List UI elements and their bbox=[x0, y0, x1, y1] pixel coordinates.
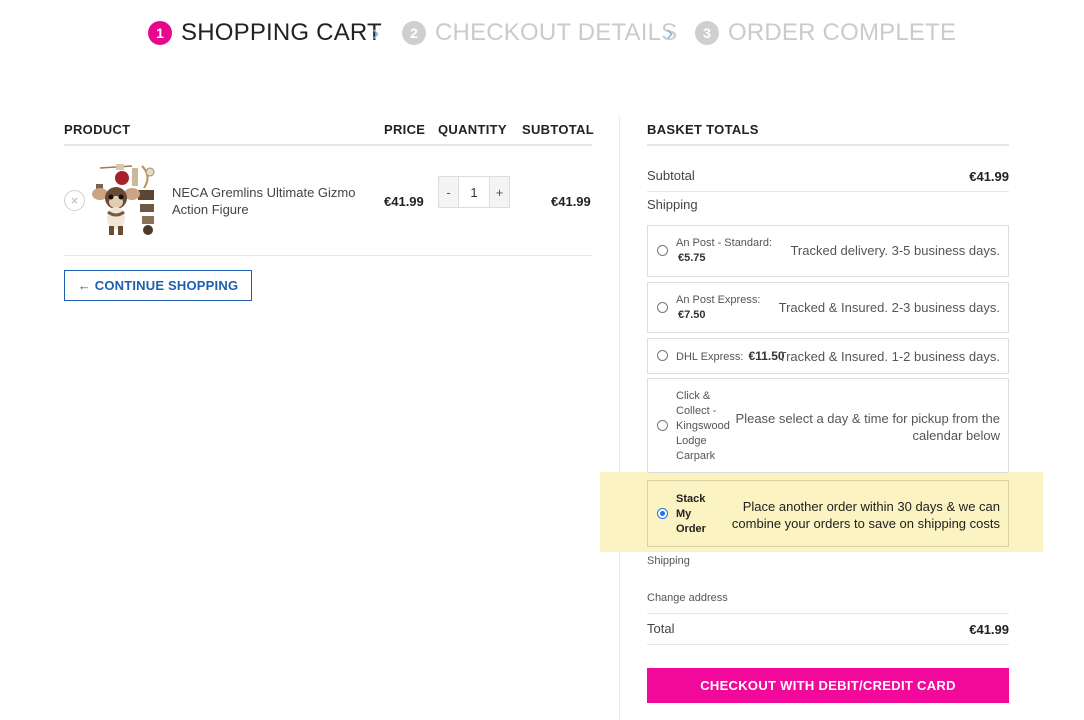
shipping-option-stack-my-order[interactable]: Stack My Order Place another order withi… bbox=[647, 480, 1009, 547]
header-divider bbox=[647, 144, 1009, 146]
quantity-decrease-button[interactable]: - bbox=[439, 177, 458, 207]
radio-button[interactable] bbox=[657, 302, 668, 313]
quantity-stepper: - 1 + bbox=[438, 176, 510, 208]
product-name-link[interactable]: NECA Gremlins Ultimate Gizmo Action Figu… bbox=[172, 184, 372, 218]
change-address-link[interactable]: Change address bbox=[647, 592, 728, 604]
step-number: 1 bbox=[148, 21, 172, 45]
column-header-product: PRODUCT bbox=[64, 122, 131, 137]
shipping-option-dhl-express[interactable]: DHL Express: €11.50 Tracked & Insured. 1… bbox=[647, 338, 1009, 374]
basket-totals-title: BASKET TOTALS bbox=[647, 122, 759, 137]
checkout-button[interactable]: CHECKOUT WITH DEBIT/CREDIT CARD bbox=[647, 668, 1009, 703]
remove-item-button[interactable]: × bbox=[64, 190, 85, 211]
step-number: 2 bbox=[402, 21, 426, 45]
radio-button[interactable] bbox=[657, 245, 668, 256]
shipping-option-name: Stack My Order bbox=[676, 493, 706, 535]
shipping-option-name: An Post Express: €7.50 bbox=[676, 294, 761, 321]
step-label: ORDER COMPLETE bbox=[728, 19, 957, 46]
column-header-subtotal: SUBTOTAL bbox=[522, 122, 594, 137]
shipping-option-description: Tracked & Insured. 1-2 business days. bbox=[778, 349, 1000, 364]
shipping-option-an-post-express[interactable]: An Post Express: €7.50 Tracked & Insured… bbox=[647, 282, 1009, 333]
total-label: Total bbox=[647, 621, 675, 636]
header-divider bbox=[64, 144, 592, 146]
chevron-right-icon: › bbox=[372, 20, 380, 45]
shipping-option-name: DHL Express: €11.50 bbox=[676, 349, 785, 363]
checkout-steps: 1 SHOPPING CART › 2 CHECKOUT DETAILS › 3… bbox=[0, 16, 1084, 50]
row-divider bbox=[647, 644, 1009, 645]
shipping-option-description: Tracked delivery. 3-5 business days. bbox=[790, 243, 1000, 258]
shipping-option-name: Click & Collect - Kingswood Lodge Carpar… bbox=[676, 390, 730, 462]
step-label: SHOPPING CART bbox=[181, 19, 382, 46]
subtotal-value: €41.99 bbox=[969, 169, 1009, 184]
row-divider bbox=[647, 613, 1009, 614]
step-shopping-cart[interactable]: 1 SHOPPING CART bbox=[148, 16, 382, 50]
radio-button-selected[interactable] bbox=[657, 508, 668, 519]
radio-button[interactable] bbox=[657, 350, 668, 361]
shipping-option-description: Tracked & Insured. 2-3 business days. bbox=[778, 300, 1000, 315]
step-checkout-details[interactable]: 2 CHECKOUT DETAILS bbox=[402, 16, 677, 50]
quantity-increase-button[interactable]: + bbox=[490, 177, 509, 207]
radio-button[interactable] bbox=[657, 420, 668, 431]
shipping-option-name: An Post - Standard: €5.75 bbox=[676, 237, 772, 264]
row-divider bbox=[647, 191, 1009, 192]
shipping-label: Shipping bbox=[647, 197, 698, 212]
total-value: €41.99 bbox=[969, 622, 1009, 637]
row-divider bbox=[64, 255, 592, 256]
subtotal-label: Subtotal bbox=[647, 168, 695, 183]
quantity-input[interactable]: 1 bbox=[458, 177, 490, 207]
product-thumbnail[interactable] bbox=[92, 160, 160, 240]
column-header-quantity: QUANTITY bbox=[438, 122, 507, 137]
line-subtotal: €41.99 bbox=[551, 194, 591, 209]
chevron-right-icon: › bbox=[666, 20, 674, 45]
shipping-option-description: Please select a day & time for pickup fr… bbox=[735, 411, 1000, 443]
product-price: €41.99 bbox=[384, 194, 424, 209]
column-header-price: PRICE bbox=[384, 122, 426, 137]
shipping-option-click-collect[interactable]: Click & Collect - Kingswood Lodge Carpar… bbox=[647, 378, 1009, 473]
step-label: CHECKOUT DETAILS bbox=[435, 19, 678, 46]
shipping-option-description: Place another order within 30 days & we … bbox=[731, 499, 1000, 531]
step-number: 3 bbox=[695, 21, 719, 45]
shipping-option-an-post-standard[interactable]: An Post - Standard: €5.75 Tracked delive… bbox=[647, 225, 1009, 277]
continue-shopping-button[interactable]: ← CONTINUE SHOPPING bbox=[64, 270, 252, 301]
column-divider bbox=[619, 116, 620, 720]
shipping-note: Shipping bbox=[647, 555, 690, 567]
step-order-complete[interactable]: 3 ORDER COMPLETE bbox=[695, 16, 956, 50]
